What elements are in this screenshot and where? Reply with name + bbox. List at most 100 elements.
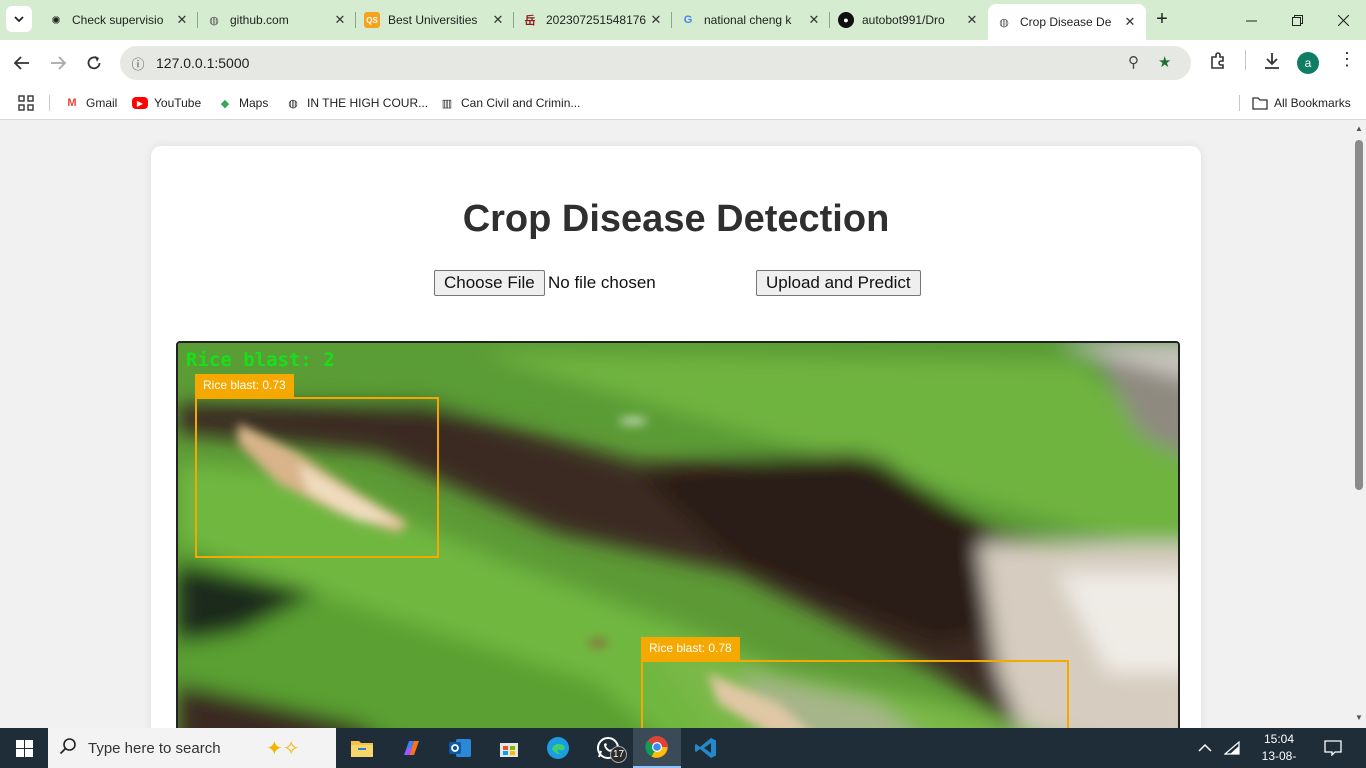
forward-button[interactable] [45, 50, 71, 76]
taskbar-store[interactable] [485, 728, 533, 768]
back-button[interactable] [9, 50, 35, 76]
close-icon[interactable]: ✕ [806, 12, 822, 28]
detection-label: Rice blast: 0.78 [641, 637, 740, 660]
tab-check-supervision[interactable]: ✺ Check supervisio ✕ [40, 6, 198, 34]
bookmark-civil-criminal[interactable]: ▥ Can Civil and Crimin... [439, 93, 581, 113]
reload-icon [87, 56, 101, 70]
info-icon[interactable]: ⓘ [120, 54, 156, 73]
page-title: Crop Disease Detection [462, 198, 890, 240]
windows-taskbar: Type here to search ✦✧ 17 15:04 13-08-20… [0, 728, 1366, 768]
restore-button[interactable] [1274, 0, 1320, 40]
page-scrollbar[interactable]: ▲ ▼ [1352, 121, 1366, 728]
close-icon[interactable]: ✕ [964, 12, 980, 28]
bookmark-label: IN THE HIGH COUR... [307, 96, 429, 110]
tab-pdf-document[interactable]: 岳 202307251548176 ✕ [514, 6, 672, 34]
taskbar-edge[interactable] [534, 728, 582, 768]
start-button[interactable] [0, 728, 48, 768]
detection-label: Rice blast: 0.73 [195, 374, 294, 397]
globe-icon: ◍ [999, 16, 1009, 29]
windows-logo-icon [15, 739, 33, 757]
bookmark-gmail[interactable]: M Gmail [64, 93, 117, 113]
scroll-down-arrow-icon[interactable]: ▼ [1355, 713, 1363, 722]
detection-box [641, 660, 1069, 728]
tab-title: 202307251548176 [546, 13, 647, 27]
chrome-icon [645, 736, 668, 758]
minimize-icon [1245, 20, 1257, 21]
folder-icon [1252, 95, 1268, 111]
tab-github-repo[interactable]: ● autobot991/Dro ✕ [830, 6, 988, 34]
tab-crop-disease[interactable]: ◍ Crop Disease De ✕ [988, 4, 1146, 40]
taskbar-clock[interactable]: 15:04 13-08-2025 [1249, 731, 1309, 768]
tab-title: Best Universities [388, 13, 478, 27]
close-icon[interactable]: ✕ [490, 12, 506, 28]
bookmarks-bar: M Gmail ▶ YouTube ◆ Maps ◍ IN THE HIGH C… [0, 86, 1366, 120]
bookmarks-divider [49, 95, 50, 111]
tab-search-button[interactable] [6, 6, 32, 32]
tab-google-search[interactable]: G national cheng k ✕ [672, 6, 830, 34]
wifi-icon [1224, 741, 1240, 755]
store-icon [500, 743, 518, 757]
taskbar-whatsapp[interactable]: 17 [584, 728, 632, 768]
notification-icon [1324, 740, 1342, 756]
bookmark-high-court[interactable]: ◍ IN THE HIGH COUR... [285, 93, 428, 113]
bookmark-star-icon[interactable]: ★ [1158, 53, 1171, 71]
upload-predict-button[interactable]: Upload and Predict [756, 270, 921, 296]
scroll-up-arrow-icon[interactable]: ▲ [1355, 124, 1363, 133]
bookmark-maps[interactable]: ◆ Maps [217, 93, 269, 113]
scrollbar-thumb[interactable] [1355, 140, 1363, 490]
github-icon: ● [838, 12, 854, 28]
download-icon[interactable] [1263, 52, 1281, 75]
barcode-icon: ▥ [441, 97, 453, 110]
new-tab-button[interactable]: + [1150, 8, 1174, 32]
close-icon[interactable]: ✕ [1122, 14, 1138, 30]
bookmark-label: All Bookmarks [1274, 96, 1351, 110]
tab-best-universities[interactable]: QS Best Universities ✕ [356, 6, 514, 34]
restore-icon [1291, 14, 1303, 26]
bookmark-label: Maps [239, 96, 269, 110]
taskbar-search-box[interactable]: Type here to search ✦✧ [48, 728, 336, 768]
close-icon[interactable]: ✕ [648, 12, 664, 28]
all-bookmarks-button[interactable]: All Bookmarks [1252, 93, 1351, 113]
reload-button[interactable] [81, 50, 107, 76]
more-menu-icon[interactable]: ⋮ [1338, 49, 1356, 70]
apps-button[interactable] [18, 93, 34, 113]
bookmark-youtube[interactable]: ▶ YouTube [132, 93, 201, 113]
vscode-icon [695, 738, 716, 758]
close-icon [1337, 14, 1349, 26]
folder-icon [351, 741, 373, 757]
profile-avatar[interactable]: a [1297, 52, 1319, 74]
notification-badge: 17 [610, 746, 627, 763]
taskbar-vscode[interactable] [682, 728, 730, 768]
network-button[interactable] [1224, 728, 1240, 768]
copilot-sparkle-icon[interactable]: ✦✧ [266, 736, 300, 761]
taskbar-chrome[interactable] [633, 728, 681, 768]
browser-toolbar: ⓘ 127.0.0.1:5000 ⚲ ★ ⋮ [0, 40, 1366, 86]
taskbar-copilot[interactable] [387, 728, 435, 768]
tab-github[interactable]: ◍ github.com ✕ [198, 6, 356, 34]
tab-title: Crop Disease De [1020, 15, 1112, 29]
tab-title: autobot991/Dro [862, 13, 945, 27]
copilot-icon [404, 741, 419, 755]
edge-icon [547, 737, 569, 759]
close-window-button[interactable] [1320, 0, 1366, 40]
outlook-icon [449, 739, 471, 757]
file-status-text: No file chosen [548, 273, 656, 292]
main-card: Crop Disease Detection Choose File No fi… [151, 146, 1201, 728]
zoom-icon[interactable]: ⚲ [1128, 53, 1139, 71]
show-hidden-icons-button[interactable] [1198, 728, 1212, 768]
arrow-left-icon [14, 56, 29, 70]
gmail-icon: M [67, 97, 77, 109]
close-icon[interactable]: ✕ [332, 12, 348, 28]
maps-icon: ◆ [220, 97, 230, 110]
close-icon[interactable]: ✕ [174, 12, 190, 28]
choose-file-button[interactable]: Choose File [434, 270, 545, 296]
taskbar-file-explorer[interactable] [338, 728, 386, 768]
search-icon [48, 737, 88, 760]
address-bar[interactable]: ⓘ 127.0.0.1:5000 ⚲ ★ [120, 46, 1191, 80]
ncku-icon: 岳 [524, 15, 536, 27]
minimize-button[interactable] [1228, 0, 1274, 40]
taskbar-outlook[interactable] [436, 728, 484, 768]
notification-center-button[interactable] [1324, 728, 1342, 768]
url-text[interactable]: 127.0.0.1:5000 [156, 55, 249, 71]
extensions-icon[interactable] [1209, 52, 1227, 75]
